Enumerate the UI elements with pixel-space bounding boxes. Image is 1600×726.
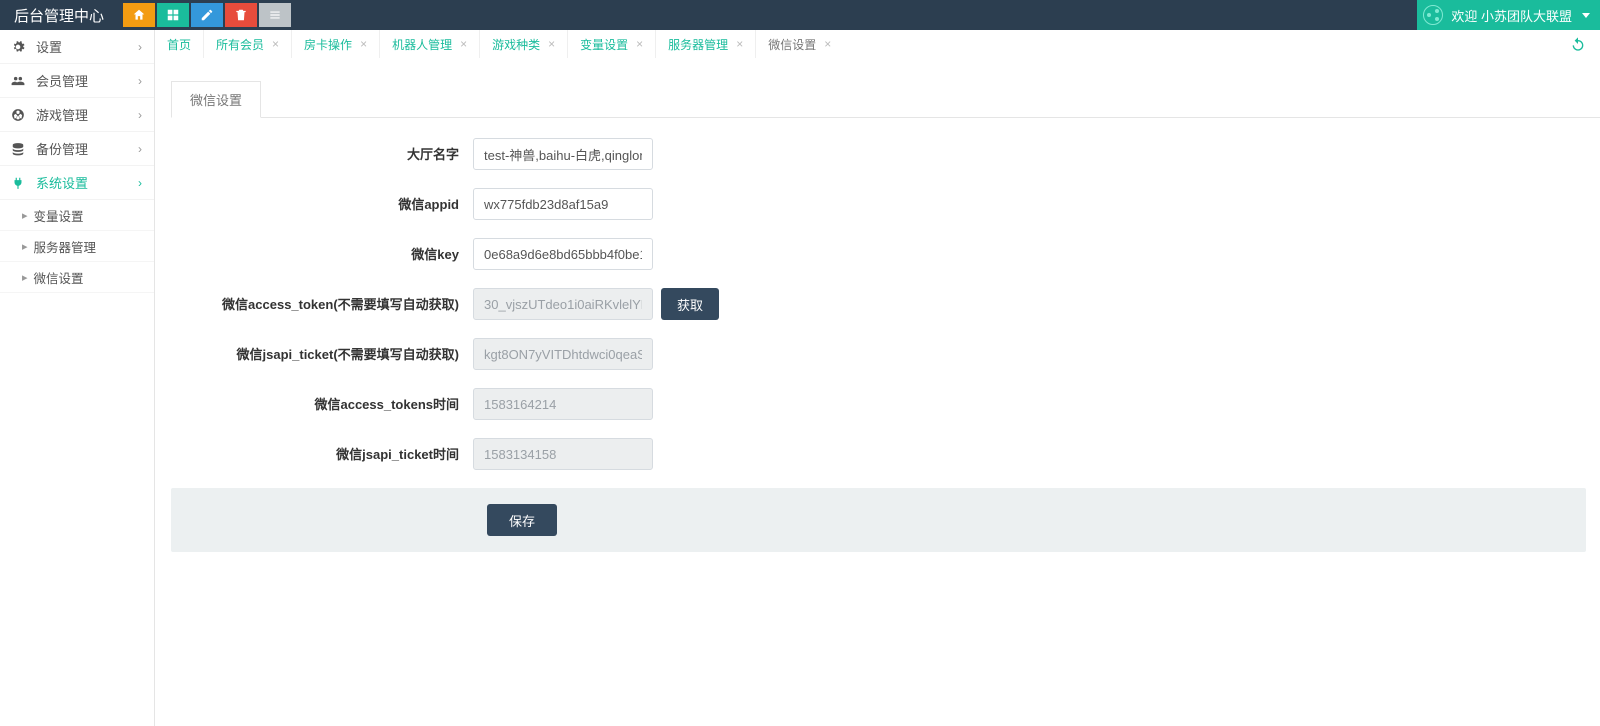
tab-label: 所有会员 [216,36,264,53]
content-tab[interactable]: 微信设置 [171,81,261,118]
input-1[interactable] [473,188,653,220]
refresh-button[interactable] [1556,30,1600,58]
form-field [473,238,653,270]
tab-6[interactable]: 服务器管理 × [655,30,755,58]
sidebar-item-label: 备份管理 [36,139,88,158]
form-label: 大厅名字 [171,138,473,164]
sidebar-sub-variable[interactable]: 变量设置 [0,200,154,231]
close-icon[interactable]: × [460,37,467,51]
caret-down-icon [1582,13,1590,18]
futbol-icon [10,108,26,122]
form-label: 微信access_token(不需要填写自动获取) [171,288,473,314]
form-row-4: 微信jsapi_ticket(不需要填写自动获取) [171,338,1586,372]
form-label: 微信access_tokens时间 [171,388,473,414]
input-6 [473,438,653,470]
delete-icon[interactable] [225,3,257,27]
chevron-right-icon: › [138,108,142,122]
welcome-text: 欢迎 小苏团队大联盟 [1451,6,1572,25]
form-field [473,388,653,420]
chevron-right-icon: › [138,142,142,156]
close-icon[interactable]: × [360,37,367,51]
tab-label: 变量设置 [580,36,628,53]
tab-0[interactable]: 首页 [155,30,203,58]
tab-label: 服务器管理 [668,36,728,53]
form-label: 微信jsapi_ticket时间 [171,438,473,464]
content-body: 大厅名字微信appid 微信key 微信access_token(不需要填写自动获取… [171,117,1600,552]
cogs-icon [10,40,26,54]
page-title: 后台管理中心 [0,0,118,30]
share-icon [1423,5,1443,25]
sidebar-item-label: 设置 [36,37,62,56]
save-button[interactable]: 保存 [487,504,557,536]
tab-label: 首页 [167,36,191,53]
sidebar-item-backup[interactable]: 备份管理 › [0,132,154,166]
sidebar-sub-wechat[interactable]: 微信设置 [0,262,154,293]
header-toolbar [118,0,292,30]
list-icon[interactable] [259,3,291,27]
form-row-3: 微信access_token(不需要填写自动获取) 获取 [171,288,1586,322]
input-5 [473,388,653,420]
close-icon[interactable]: × [824,37,831,51]
form-field [473,188,653,220]
tab-7[interactable]: 微信设置 × [755,30,843,58]
form-label: 微信jsapi_ticket(不需要填写自动获取) [171,338,473,364]
form-label: 微信key [171,238,473,264]
tab-5[interactable]: 变量设置 × [567,30,655,58]
form-row-0: 大厅名字 [171,138,1586,172]
chevron-right-icon: › [138,40,142,54]
close-icon[interactable]: × [636,37,643,51]
sidebar-item-label: 游戏管理 [36,105,88,124]
close-icon[interactable]: × [548,37,555,51]
close-icon[interactable]: × [736,37,743,51]
input-2[interactable] [473,238,653,270]
users-icon [10,74,26,88]
sidebar: 设置 › 会员管理 › 游戏管理 › 备份管理 › 系统设置 › 变量设置 服务… [0,30,155,726]
form-field: 获取 [473,288,719,320]
tab-1[interactable]: 所有会员 × [203,30,291,58]
form-field [473,438,653,470]
input-0[interactable] [473,138,653,170]
tab-3[interactable]: 机器人管理 × [379,30,479,58]
chevron-right-icon: › [138,176,142,190]
sidebar-item-label: 系统设置 [36,173,88,192]
form-field [473,338,653,370]
tab-2[interactable]: 房卡操作 × [291,30,379,58]
form-row-5: 微信access_tokens时间 [171,388,1586,422]
tab-label: 微信设置 [768,36,816,53]
close-icon[interactable]: × [272,37,279,51]
form-row-6: 微信jsapi_ticket时间 [171,438,1586,472]
tab-label: 机器人管理 [392,36,452,53]
home-icon[interactable] [123,3,155,27]
main: 首页所有会员×房卡操作×机器人管理×游戏种类×变量设置×服务器管理×微信设置× … [155,30,1600,726]
tab-label: 房卡操作 [304,36,352,53]
form-footer: 保存 [171,488,1586,552]
sidebar-item-members[interactable]: 会员管理 › [0,64,154,98]
database-icon [10,142,26,156]
tab-4[interactable]: 游戏种类 × [479,30,567,58]
content: 微信设置 大厅名字微信appid 微信key 微信access_token(不需要填… [155,58,1600,552]
form-row-2: 微信key [171,238,1586,272]
input-3 [473,288,653,320]
form-field [473,138,653,170]
input-4 [473,338,653,370]
edit-icon[interactable] [191,3,223,27]
chevron-right-icon: › [138,74,142,88]
sidebar-item-games[interactable]: 游戏管理 › [0,98,154,132]
grid-icon[interactable] [157,3,189,27]
sidebar-submenu: 变量设置 服务器管理 微信设置 [0,200,154,293]
sidebar-item-settings[interactable]: 设置 › [0,30,154,64]
sidebar-item-label: 会员管理 [36,71,88,90]
sidebar-item-system[interactable]: 系统设置 › [0,166,154,200]
get-button[interactable]: 获取 [661,288,719,320]
sidebar-sub-server[interactable]: 服务器管理 [0,231,154,262]
user-menu[interactable]: 欢迎 小苏团队大联盟 [1417,0,1600,30]
tabs: 首页 所有会员 × 房卡操作 × 机器人管理 × 游戏种类 × 变量设置 × 服务器管理 × 微信设置 × [155,30,1600,58]
tab-label: 游戏种类 [492,36,540,53]
plug-icon [10,176,26,190]
form-label: 微信appid [171,188,473,214]
form-row-1: 微信appid [171,188,1586,222]
